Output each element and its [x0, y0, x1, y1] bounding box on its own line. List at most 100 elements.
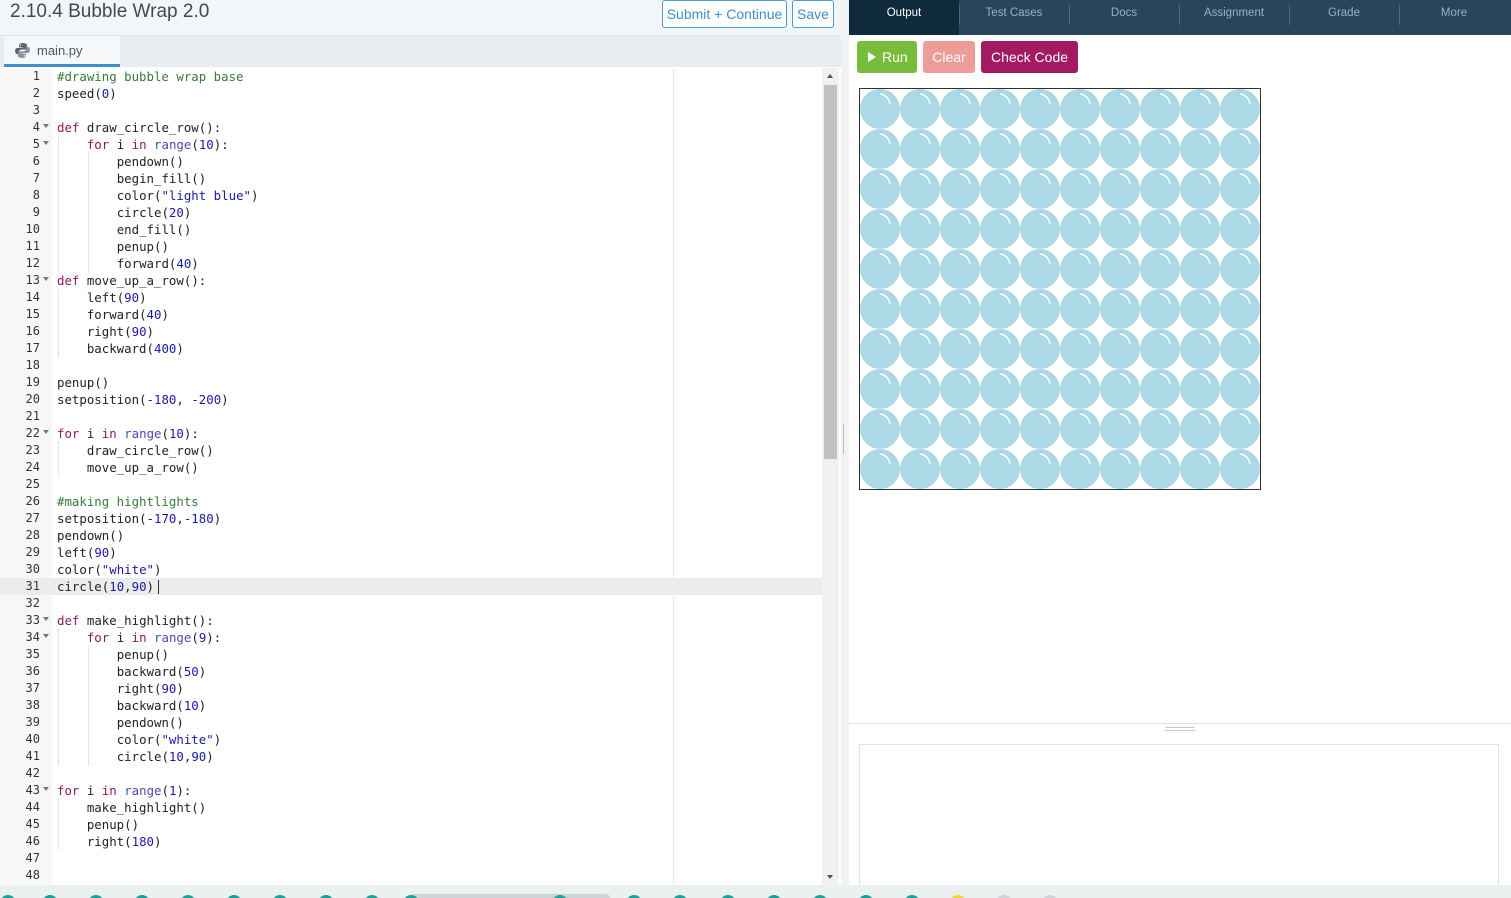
code-line[interactable]: 6 pendown(): [0, 153, 822, 170]
bubble: [940, 289, 980, 329]
code-line[interactable]: 20 setposition(-180, -200): [0, 391, 822, 408]
code-line[interactable]: 17 backward(400): [0, 340, 822, 357]
bubble: [1100, 289, 1140, 329]
code-line[interactable]: 22 for i in range(10):: [0, 425, 822, 442]
scroll-down-arrow-icon[interactable]: [827, 875, 833, 879]
code-line[interactable]: 15 forward(40): [0, 306, 822, 323]
code-line[interactable]: 43 for i in range(1):: [0, 782, 822, 799]
code-line[interactable]: 30 color("white"): [0, 561, 822, 578]
bubble: [980, 209, 1020, 249]
code-line[interactable]: 46 right(180): [0, 833, 822, 850]
code-line[interactable]: 2 speed(0): [0, 85, 822, 102]
code-line[interactable]: 19 penup(): [0, 374, 822, 391]
scroll-up-arrow-icon[interactable]: [827, 74, 833, 78]
code-line[interactable]: 40 color("white"): [0, 731, 822, 748]
pane-splitter[interactable]: [841, 0, 849, 885]
code-text: left(90): [57, 545, 117, 560]
code-line[interactable]: 44 make_highlight(): [0, 799, 822, 816]
fold-arrow-icon[interactable]: [43, 617, 49, 621]
code-line[interactable]: 13 def move_up_a_row():: [0, 272, 822, 289]
code-text: for i in range(9):: [86, 630, 222, 645]
code-line[interactable]: 39 pendown(): [0, 714, 822, 731]
tab-test-cases[interactable]: Test Cases: [959, 0, 1069, 35]
bubble: [1020, 209, 1060, 249]
code-line[interactable]: 35 penup(): [0, 646, 822, 663]
code-line[interactable]: 24 move_up_a_row(): [0, 459, 822, 476]
line-number: 8: [32, 188, 40, 202]
bubble: [1060, 209, 1100, 249]
code-line[interactable]: 18: [0, 357, 822, 374]
code-text: forward(40): [86, 307, 169, 322]
submit-continue-button[interactable]: Submit + Continue: [662, 0, 787, 28]
bubble: [900, 249, 940, 289]
code-line[interactable]: 7 begin_fill(): [0, 170, 822, 187]
code-line[interactable]: 10 end_fill(): [0, 221, 822, 238]
bubble: [1140, 409, 1180, 449]
bubble: [1060, 289, 1100, 329]
code-line[interactable]: 23 draw_circle_row(): [0, 442, 822, 459]
code-line[interactable]: 41 circle(10,90): [0, 748, 822, 765]
code-line[interactable]: 38 backward(10): [0, 697, 822, 714]
tab-docs[interactable]: Docs: [1069, 0, 1179, 35]
code-line[interactable]: 37 right(90): [0, 680, 822, 697]
fold-arrow-icon[interactable]: [43, 141, 49, 145]
assignment-header: 2.10.4 Bubble Wrap 2.0 Submit + Continue…: [0, 0, 841, 36]
code-text: forward(40): [116, 256, 199, 271]
file-tab-main-py[interactable]: main.py: [4, 36, 120, 67]
code-line[interactable]: 14 left(90): [0, 289, 822, 306]
code-line[interactable]: 28 pendown(): [0, 527, 822, 544]
tab-grade[interactable]: Grade: [1289, 0, 1399, 35]
code-line[interactable]: 48: [0, 867, 822, 884]
code-line[interactable]: 9 circle(20): [0, 204, 822, 221]
scrollbar-thumb[interactable]: [824, 85, 837, 459]
code-line[interactable]: 34 for i in range(9):: [0, 629, 822, 646]
bubble: [1140, 329, 1180, 369]
fold-arrow-icon[interactable]: [43, 277, 49, 281]
line-number: 46: [25, 834, 40, 848]
code-line[interactable]: 32: [0, 595, 822, 612]
code-line[interactable]: 25: [0, 476, 822, 493]
code-text: begin_fill(): [116, 171, 207, 186]
code-line[interactable]: 21: [0, 408, 822, 425]
save-button[interactable]: Save: [792, 0, 834, 28]
code-line[interactable]: 3: [0, 102, 822, 119]
code-line[interactable]: 4 def draw_circle_row():: [0, 119, 822, 136]
code-line[interactable]: 36 backward(50): [0, 663, 822, 680]
bubble: [980, 129, 1020, 169]
code-line[interactable]: 12 forward(40): [0, 255, 822, 272]
code-line[interactable]: 42: [0, 765, 822, 782]
code-line[interactable]: 11 penup(): [0, 238, 822, 255]
fold-arrow-icon[interactable]: [43, 430, 49, 434]
check-code-button[interactable]: Check Code: [981, 41, 1078, 73]
clear-button[interactable]: Clear: [923, 41, 975, 73]
code-line[interactable]: 8 color("light blue"): [0, 187, 822, 204]
tab-assignment[interactable]: Assignment: [1179, 0, 1289, 35]
code-line[interactable]: 27 setposition(-170,-180): [0, 510, 822, 527]
code-editor[interactable]: 1 #drawing bubble wrap base 2 speed(0) 3 4 def…: [0, 68, 822, 885]
code-line[interactable]: 26 #making hightlights: [0, 493, 822, 510]
code-text: def move_up_a_row():: [57, 273, 207, 288]
code-line[interactable]: 5 for i in range(10):: [0, 136, 822, 153]
fold-arrow-icon[interactable]: [43, 787, 49, 791]
fold-arrow-icon[interactable]: [43, 124, 49, 128]
console-resize-grip-icon[interactable]: [1165, 727, 1195, 731]
code-line[interactable]: 45 penup(): [0, 816, 822, 833]
code-line[interactable]: 33 def make_highlight():: [0, 612, 822, 629]
tab-output[interactable]: Output: [849, 0, 959, 35]
bubble: [940, 169, 980, 209]
code-line[interactable]: 47: [0, 850, 822, 867]
code-line[interactable]: 31 circle(10,90): [0, 578, 822, 595]
run-button[interactable]: Run: [857, 41, 917, 73]
python-icon: [15, 43, 30, 58]
line-number: 38: [25, 698, 40, 712]
editor-vertical-scrollbar[interactable]: [822, 68, 839, 885]
fold-arrow-icon[interactable]: [43, 634, 49, 638]
file-tab-bar: main.py: [0, 36, 841, 67]
bubble: [860, 89, 900, 129]
console-output[interactable]: [859, 744, 1499, 885]
splitter-grip-icon[interactable]: [843, 424, 844, 454]
tab-more[interactable]: More: [1399, 0, 1509, 35]
code-line[interactable]: 16 right(90): [0, 323, 822, 340]
code-line[interactable]: 29 left(90): [0, 544, 822, 561]
code-line[interactable]: 1 #drawing bubble wrap base: [0, 68, 822, 85]
